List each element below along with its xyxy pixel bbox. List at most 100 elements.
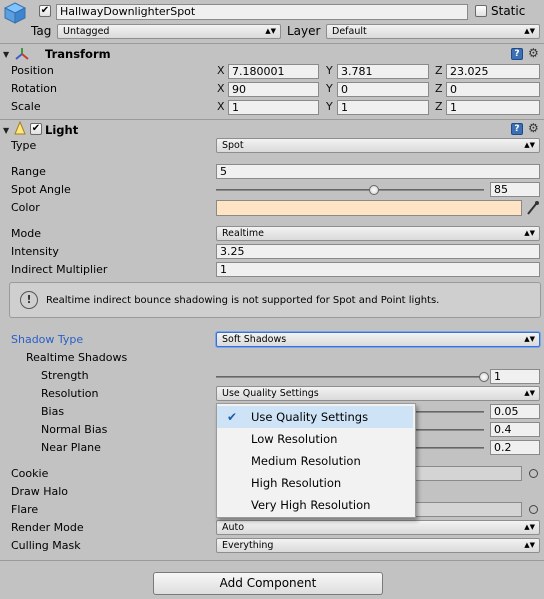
culling-mask-dropdown[interactable]: Everything ▲▼ bbox=[216, 538, 540, 553]
resolution-menu-item-label: High Resolution bbox=[251, 476, 342, 490]
resolution-value: Use Quality Settings bbox=[222, 388, 319, 399]
rotation-x-label: X bbox=[217, 82, 225, 95]
mode-value: Realtime bbox=[222, 228, 264, 239]
rotation-z-label: Z bbox=[435, 82, 443, 95]
spot-angle-slider-thumb[interactable] bbox=[369, 185, 380, 195]
help-icon[interactable]: ? bbox=[511, 123, 523, 135]
draw-halo-label: Draw Halo bbox=[11, 485, 69, 498]
transform-icon bbox=[14, 47, 30, 61]
mode-label: Mode bbox=[11, 227, 41, 240]
tag-dropdown[interactable]: Untagged ▲▼ bbox=[57, 24, 281, 39]
position-y-field[interactable]: 3.781 bbox=[337, 64, 429, 79]
scale-x-field[interactable]: 1 bbox=[228, 100, 319, 115]
gear-icon[interactable]: ⚙ bbox=[528, 122, 539, 134]
help-icon[interactable]: ? bbox=[511, 48, 523, 60]
light-icon bbox=[13, 120, 27, 136]
flare-label: Flare bbox=[11, 503, 39, 516]
dropdown-arrow-icon: ▲▼ bbox=[524, 541, 535, 549]
resolution-dropdown[interactable]: Use Quality Settings ▲▼ bbox=[216, 386, 540, 401]
scale-y-field[interactable]: 1 bbox=[337, 100, 429, 115]
dropdown-arrow-icon: ▲▼ bbox=[524, 389, 535, 397]
normal-bias-label: Normal Bias bbox=[41, 423, 108, 436]
normal-bias-field[interactable]: 0.4 bbox=[490, 422, 540, 437]
position-z-label: Z bbox=[435, 64, 443, 77]
range-field[interactable]: 5 bbox=[216, 164, 540, 179]
transform-title: Transform bbox=[45, 47, 111, 61]
intensity-field[interactable]: 3.25 bbox=[216, 244, 540, 259]
scale-x-label: X bbox=[217, 100, 225, 113]
light-foldout-icon[interactable]: ▼ bbox=[3, 126, 9, 135]
position-label: Position bbox=[11, 64, 54, 77]
layer-dropdown[interactable]: Default ▲▼ bbox=[326, 24, 540, 39]
scale-label: Scale bbox=[11, 100, 41, 113]
spot-angle-slider-track[interactable] bbox=[216, 189, 484, 191]
gear-icon[interactable]: ⚙ bbox=[528, 47, 539, 59]
scale-z-field[interactable]: 1 bbox=[446, 100, 540, 115]
mode-dropdown[interactable]: Realtime ▲▼ bbox=[216, 226, 540, 241]
resolution-menu-item[interactable]: Very High Resolution bbox=[217, 494, 413, 516]
near-plane-label: Near Plane bbox=[41, 441, 101, 454]
render-mode-label: Render Mode bbox=[11, 521, 84, 534]
tag-value: Untagged bbox=[63, 26, 110, 37]
object-picker-icon[interactable] bbox=[529, 505, 538, 514]
checkmark-icon: ✔ bbox=[227, 410, 238, 424]
active-checkbox[interactable]: ✔ bbox=[39, 5, 51, 17]
layer-value: Default bbox=[332, 26, 367, 37]
light-enabled-checkbox[interactable]: ✔ bbox=[30, 123, 42, 135]
static-label: Static bbox=[491, 4, 526, 18]
dropdown-arrow-icon: ▲▼ bbox=[524, 27, 535, 35]
object-name-field[interactable]: HallwayDownlighterSpot bbox=[56, 4, 468, 20]
dropdown-arrow-icon: ▲▼ bbox=[524, 335, 535, 343]
culling-mask-label: Culling Mask bbox=[11, 539, 81, 552]
shadow-type-label: Shadow Type bbox=[11, 333, 84, 346]
layer-label: Layer bbox=[287, 24, 321, 38]
position-z-field[interactable]: 23.025 bbox=[446, 64, 540, 79]
indirect-multiplier-field[interactable]: 1 bbox=[216, 262, 540, 277]
position-x-field[interactable]: 7.180001 bbox=[228, 64, 319, 79]
rotation-z-field[interactable]: 0 bbox=[446, 82, 540, 97]
spot-angle-field[interactable]: 85 bbox=[490, 182, 540, 197]
resolution-menu-item[interactable]: Low Resolution bbox=[217, 428, 413, 450]
rotation-y-field[interactable]: 0 bbox=[337, 82, 429, 97]
strength-slider-track[interactable] bbox=[216, 376, 484, 378]
rotation-x-field[interactable]: 90 bbox=[228, 82, 319, 97]
type-dropdown[interactable]: Spot ▲▼ bbox=[216, 138, 540, 153]
resolution-menu-item[interactable]: High Resolution bbox=[217, 472, 413, 494]
resolution-menu-item-label: Very High Resolution bbox=[251, 498, 371, 512]
add-component-button[interactable]: Add Component bbox=[153, 572, 383, 595]
realtime-shadows-label: Realtime Shadows bbox=[26, 351, 128, 364]
dropdown-arrow-icon: ▲▼ bbox=[524, 523, 535, 531]
help-box: ! Realtime indirect bounce shadowing is … bbox=[9, 282, 541, 318]
render-mode-dropdown[interactable]: Auto ▲▼ bbox=[216, 520, 540, 535]
strength-field[interactable]: 1 bbox=[490, 369, 540, 384]
resolution-menu-item-label: Medium Resolution bbox=[251, 454, 361, 468]
render-mode-value: Auto bbox=[222, 522, 245, 533]
resolution-label: Resolution bbox=[41, 387, 99, 400]
range-label: Range bbox=[11, 165, 46, 178]
bias-field[interactable]: 0.05 bbox=[490, 404, 540, 419]
near-plane-field[interactable]: 0.2 bbox=[490, 440, 540, 455]
rotation-label: Rotation bbox=[11, 82, 58, 95]
resolution-menu-item[interactable]: ✔ Use Quality Settings bbox=[217, 406, 413, 428]
resolution-menu-item-label: Low Resolution bbox=[251, 432, 338, 446]
static-checkbox[interactable] bbox=[475, 5, 487, 17]
divider bbox=[0, 119, 544, 120]
position-x-label: X bbox=[217, 64, 225, 77]
cookie-label: Cookie bbox=[11, 467, 49, 480]
transform-foldout-icon[interactable]: ▼ bbox=[3, 50, 9, 59]
resolution-menu-item[interactable]: Medium Resolution bbox=[217, 450, 413, 472]
color-swatch[interactable] bbox=[216, 200, 522, 216]
type-label: Type bbox=[11, 139, 37, 152]
help-text: Realtime indirect bounce shadowing is no… bbox=[46, 295, 440, 306]
shadow-type-dropdown[interactable]: Soft Shadows ▲▼ bbox=[216, 332, 540, 347]
dropdown-arrow-icon: ▲▼ bbox=[524, 141, 535, 149]
eyedropper-icon[interactable] bbox=[526, 200, 540, 219]
light-title: Light bbox=[45, 123, 79, 137]
object-picker-icon[interactable] bbox=[529, 469, 538, 478]
intensity-label: Intensity bbox=[11, 245, 59, 258]
color-label: Color bbox=[11, 201, 40, 214]
scale-y-label: Y bbox=[326, 100, 333, 113]
bias-label: Bias bbox=[41, 405, 65, 418]
strength-slider-thumb[interactable] bbox=[479, 372, 489, 382]
gameobject-icon bbox=[3, 2, 27, 24]
